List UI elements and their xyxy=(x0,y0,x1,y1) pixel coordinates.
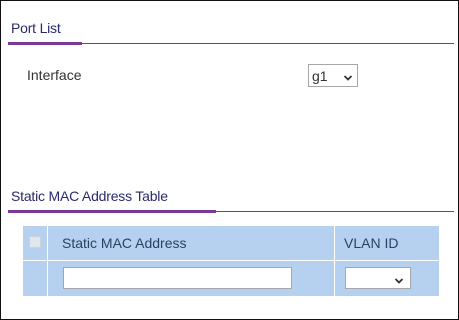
vlan-id-select[interactable] xyxy=(345,267,411,289)
table-divider xyxy=(23,260,439,261)
table-divider xyxy=(47,226,48,296)
interface-select-value: g1 xyxy=(312,68,328,84)
static-mac-table: Static MAC Address VLAN ID xyxy=(23,226,439,296)
static-mac-table-title-underline xyxy=(8,210,216,213)
static-mac-address-input[interactable] xyxy=(63,267,292,289)
select-all-checkbox[interactable] xyxy=(29,236,41,248)
chevron-down-icon xyxy=(394,273,404,289)
column-header-static-mac-address: Static MAC Address xyxy=(62,235,187,251)
table-divider xyxy=(334,226,335,296)
static-mac-table-title: Static MAC Address Table xyxy=(11,188,168,204)
interface-select[interactable]: g1 xyxy=(308,64,358,87)
port-list-title-underline xyxy=(8,42,82,45)
interface-label: Interface xyxy=(27,67,82,83)
chevron-down-icon xyxy=(343,70,353,86)
column-header-vlan-id: VLAN ID xyxy=(344,235,399,251)
port-list-title: Port List xyxy=(11,20,61,36)
